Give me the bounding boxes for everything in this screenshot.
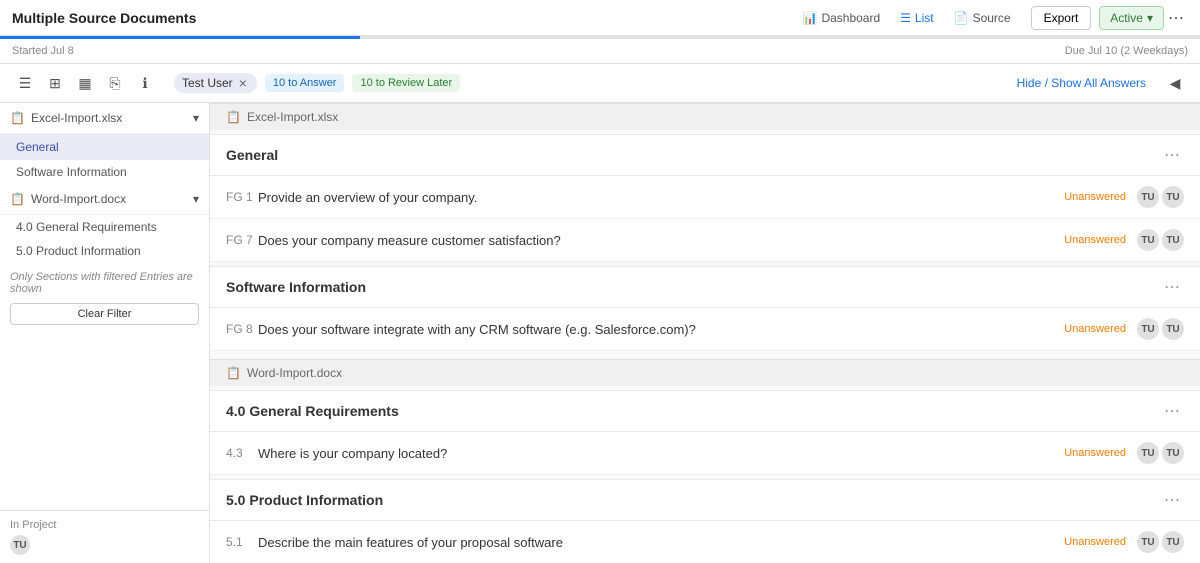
- word-collapse-icon: ▾: [193, 192, 199, 206]
- q-status-fg8: Unanswered: [1064, 323, 1126, 335]
- nav-source[interactable]: 📄 Source: [946, 7, 1019, 29]
- word-file-divider: 📋 Word-Import.docx: [210, 359, 1200, 386]
- filter-bar: ☰ ⊞ ▦ ⎘ ℹ Test User × 10 to Answer 10 to…: [0, 64, 1200, 103]
- more-options-button[interactable]: ⋯: [1164, 8, 1188, 28]
- sidebar-item-general-requirements[interactable]: 4.0 General Requirements: [0, 215, 209, 239]
- filter-tag: Test User ×: [174, 73, 257, 93]
- tu-badge-fg1-1[interactable]: TU: [1137, 186, 1159, 208]
- section-title-software: Software Information: [226, 279, 1160, 295]
- sidebar-item-software-information[interactable]: Software Information: [0, 160, 209, 184]
- sidebar-item-product-information[interactable]: 5.0 Product Information: [0, 239, 209, 263]
- q-status-43: Unanswered: [1064, 447, 1126, 459]
- chevron-down-icon: ▾: [1147, 11, 1153, 25]
- main-layout: 📋 Excel-Import.xlsx ▾ General Software I…: [0, 103, 1200, 563]
- q-status-fg1: Unanswered: [1064, 191, 1126, 203]
- section-more-software[interactable]: ⋯: [1160, 277, 1184, 297]
- section-header-product-info: 5.0 Product Information ⋯: [210, 479, 1200, 521]
- toolbar-icons: ☰ ⊞ ▦ ⎘ ℹ: [12, 70, 158, 96]
- q-num-fg1: FG 1: [226, 190, 258, 204]
- q-num-fg7: FG 7: [226, 233, 258, 247]
- word-file-icon: 📋: [10, 192, 25, 206]
- source-icon: 📄: [954, 11, 969, 25]
- tu-badge-fg8-2[interactable]: TU: [1162, 318, 1184, 340]
- sidebar: 📋 Excel-Import.xlsx ▾ General Software I…: [0, 103, 210, 563]
- sidebar-file-word[interactable]: 📋 Word-Import.docx ▾: [0, 184, 209, 215]
- review-badge: 10 to Review Later: [352, 74, 460, 92]
- section-header-general-req: 4.0 General Requirements ⋯: [210, 390, 1200, 432]
- filter-tag-label: Test User: [182, 76, 233, 90]
- active-button[interactable]: Active ▾: [1099, 6, 1164, 30]
- q-status-51: Unanswered: [1064, 536, 1126, 548]
- sidebar-file-excel[interactable]: 📋 Excel-Import.xlsx ▾: [0, 103, 209, 134]
- q-num-fg8: FG 8: [226, 322, 258, 336]
- tu-badge-fg1-2[interactable]: TU: [1162, 186, 1184, 208]
- started-date: Started Jul 8: [12, 45, 1065, 57]
- excel-divider-icon: 📋: [226, 110, 241, 124]
- question-row-51: 5.1 Describe the main features of your p…: [210, 521, 1200, 563]
- question-row-fg7: FG 7 Does your company measure customer …: [210, 219, 1200, 262]
- q-status-fg7: Unanswered: [1064, 234, 1126, 246]
- tu-badge-43-2[interactable]: TU: [1162, 442, 1184, 464]
- sidebar-bottom: In Project TU: [0, 510, 209, 563]
- clear-filter-button[interactable]: Clear Filter: [10, 303, 199, 325]
- q-text-fg7: Does your company measure customer satis…: [258, 233, 1064, 248]
- page-title: Multiple Source Documents: [12, 10, 794, 26]
- q-num-43: 4.3: [226, 446, 258, 460]
- dashboard-icon: 📊: [802, 11, 817, 25]
- section-title-product-info: 5.0 Product Information: [226, 492, 1160, 508]
- list-view-button[interactable]: ☰: [12, 70, 38, 96]
- tu-badge-sidebar: TU: [10, 535, 30, 555]
- content-area: 📋 Excel-Import.xlsx General ⋯ FG 1 Provi…: [210, 103, 1200, 563]
- hide-show-answers[interactable]: Hide / Show All Answers: [1017, 76, 1146, 90]
- sidebar-item-general[interactable]: General: [0, 134, 209, 160]
- tu-badge-fg7-1[interactable]: TU: [1137, 229, 1159, 251]
- word-divider-label: Word-Import.docx: [247, 366, 342, 380]
- top-nav: 📊 Dashboard ☰ List 📄 Source: [794, 7, 1018, 29]
- section-title-general: General: [226, 147, 1160, 163]
- excel-collapse-icon: ▾: [193, 111, 199, 125]
- section-title-general-req: 4.0 General Requirements: [226, 403, 1160, 419]
- tu-badge-fg7-2[interactable]: TU: [1162, 229, 1184, 251]
- tu-badge-51-1[interactable]: TU: [1137, 531, 1159, 553]
- section-header-general: General ⋯: [210, 134, 1200, 176]
- tu-badge-51-2[interactable]: TU: [1162, 531, 1184, 553]
- excel-file-icon: 📋: [10, 111, 25, 125]
- grid-view-button[interactable]: ⊞: [42, 70, 68, 96]
- nav-dashboard[interactable]: 📊 Dashboard: [794, 7, 888, 29]
- q-text-fg1: Provide an overview of your company.: [258, 190, 1064, 205]
- excel-file-label: Excel-Import.xlsx: [31, 111, 122, 125]
- q-text-43: Where is your company located?: [258, 446, 1064, 461]
- section-more-general-req[interactable]: ⋯: [1160, 401, 1184, 421]
- filter-tag-remove-button[interactable]: ×: [237, 76, 249, 90]
- q-text-fg8: Does your software integrate with any CR…: [258, 322, 1064, 337]
- copy-button[interactable]: ⎘: [102, 70, 128, 96]
- tu-badge-43-1[interactable]: TU: [1137, 442, 1159, 464]
- word-divider-icon: 📋: [226, 366, 241, 380]
- filter-notice: Only Sections with filtered Entries are …: [0, 263, 209, 299]
- answer-badge: 10 to Answer: [265, 74, 345, 92]
- calendar-view-button[interactable]: ▦: [72, 70, 98, 96]
- nav-list[interactable]: ☰ List: [892, 7, 941, 29]
- list-icon: ☰: [900, 11, 911, 25]
- excel-file-divider: 📋 Excel-Import.xlsx: [210, 103, 1200, 130]
- info-button[interactable]: ℹ: [132, 70, 158, 96]
- section-header-software: Software Information ⋯: [210, 266, 1200, 308]
- section-more-product-info[interactable]: ⋯: [1160, 490, 1184, 510]
- q-text-51: Describe the main features of your propo…: [258, 535, 1064, 550]
- sub-bar: Started Jul 8 Due Jul 10 (2 Weekdays): [0, 39, 1200, 64]
- section-more-general[interactable]: ⋯: [1160, 145, 1184, 165]
- tu-badge-fg8-1[interactable]: TU: [1137, 318, 1159, 340]
- question-row-fg1: FG 1 Provide an overview of your company…: [210, 176, 1200, 219]
- due-date: Due Jul 10 (2 Weekdays): [1065, 45, 1188, 57]
- q-num-51: 5.1: [226, 535, 258, 549]
- collapse-sidebar-button[interactable]: ◀: [1162, 70, 1188, 96]
- question-row-fg8: FG 8 Does your software integrate with a…: [210, 308, 1200, 351]
- question-row-43: 4.3 Where is your company located? Unans…: [210, 432, 1200, 475]
- excel-divider-label: Excel-Import.xlsx: [247, 110, 338, 124]
- word-file-label: Word-Import.docx: [31, 192, 126, 206]
- in-project-label: In Project: [10, 519, 199, 531]
- export-button[interactable]: Export: [1031, 6, 1092, 30]
